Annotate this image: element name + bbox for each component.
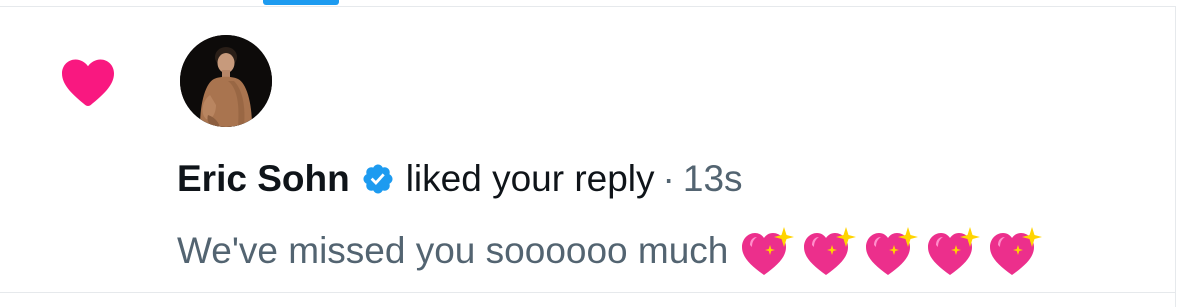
heart-icon — [62, 59, 114, 106]
reply-text: We've missed you soooooo much — [177, 230, 729, 271]
sparkling-heart-icon — [866, 227, 919, 275]
notification-item[interactable]: Eric Sohn liked your reply · 13s We've m… — [0, 7, 1175, 292]
sparkling-heart-icon — [990, 227, 1043, 275]
column-divider — [1175, 6, 1176, 307]
bottom-divider — [0, 292, 1176, 293]
reply-preview[interactable]: We've missed you soooooo much — [177, 224, 1044, 278]
sparkling-heart-icon — [928, 227, 981, 275]
action-text: liked your reply — [405, 158, 655, 199]
sparkling-heart-icon — [742, 227, 795, 275]
timestamp[interactable]: 13s — [683, 158, 743, 200]
notification-headline: Eric Sohn liked your reply · 13s — [177, 153, 743, 205]
actor-name[interactable]: Eric Sohn — [177, 158, 350, 200]
emoji-row — [740, 225, 1044, 277]
separator-dot: · — [662, 158, 675, 199]
sparkling-heart-icon — [804, 227, 857, 275]
active-tab-indicator — [263, 0, 339, 5]
avatar[interactable] — [180, 35, 272, 127]
verified-badge-icon[interactable] — [361, 162, 395, 196]
